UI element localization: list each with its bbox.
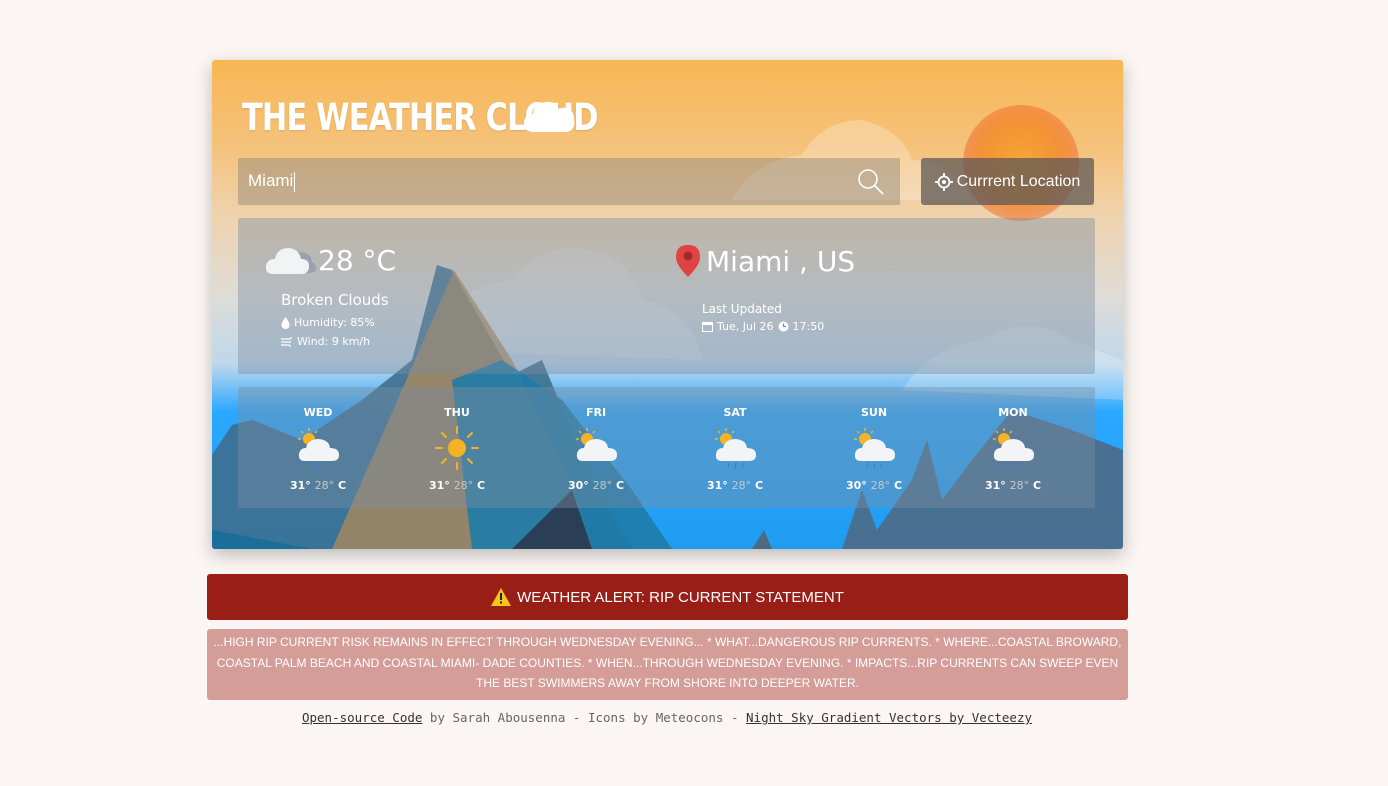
broken-clouds-icon bbox=[265, 248, 317, 274]
update-date: Tue, Jul 26 bbox=[717, 320, 774, 333]
humidity-text: Humidity: 85% bbox=[294, 316, 375, 329]
location-pin-icon bbox=[676, 245, 700, 277]
forecast-temp: 30° 28° C bbox=[845, 479, 903, 492]
forecast-day-name: FRI bbox=[585, 406, 607, 419]
search-bar[interactable]: Miami bbox=[238, 158, 900, 205]
update-time: 17:50 bbox=[792, 320, 825, 333]
current-temperature: 28 °C bbox=[318, 244, 397, 277]
humidity-row: Humidity: 85% bbox=[281, 316, 375, 329]
forecast-day-name: WED bbox=[303, 406, 333, 419]
sun-cloud-rain-icon bbox=[576, 428, 617, 469]
sun-icon bbox=[435, 426, 479, 470]
last-updated-label: Last Updated bbox=[702, 302, 782, 316]
weather-alert-banner[interactable]: WEATHER ALERT: RIP CURRENT STATEMENT bbox=[207, 574, 1128, 620]
forecast-temp: 31° 28° C bbox=[984, 479, 1042, 492]
footer-credits: by Sarah Abousenna - Icons by Meteocons … bbox=[422, 710, 747, 725]
last-updated-row: Tue, Jul 26 17:50 bbox=[702, 320, 824, 333]
forecast-temp: 31° 28° C bbox=[428, 479, 486, 492]
search-icon[interactable] bbox=[856, 167, 886, 197]
forecast-temp: 31° 28° C bbox=[706, 479, 764, 492]
wind-row: Wind: 9 km/h bbox=[281, 335, 370, 348]
forecast-day-name: SUN bbox=[860, 406, 888, 419]
alert-details: ...HIGH RIP CURRENT RISK REMAINS IN EFFE… bbox=[207, 629, 1128, 700]
forecast-temp: 31° 28° C bbox=[289, 479, 347, 492]
crosshair-icon bbox=[934, 172, 953, 191]
alert-title: WEATHER ALERT: RIP CURRENT STATEMENT bbox=[517, 588, 844, 606]
cloud-logo-icon bbox=[524, 101, 575, 132]
wind-text: Wind: 9 km/h bbox=[297, 335, 371, 348]
forecast-panel: WED 31° 28° C THU 31° 28° C FRI 30° 28° … bbox=[238, 387, 1095, 508]
wind-icon bbox=[281, 336, 292, 347]
forecast-temp: 30° 28° C bbox=[567, 479, 625, 492]
vecteezy-link[interactable]: Night Sky Gradient Vectors by Vecteezy bbox=[746, 710, 1032, 725]
search-input[interactable]: Miami bbox=[248, 171, 296, 192]
weather-description: Broken Clouds bbox=[281, 291, 389, 309]
warning-icon bbox=[491, 588, 512, 606]
current-location-button[interactable]: Currrent Location bbox=[921, 158, 1094, 205]
text-caret bbox=[294, 171, 296, 192]
sun-cloud-rain-icon bbox=[715, 428, 756, 469]
location-name: Miami , US bbox=[706, 245, 856, 278]
forecast-day-name: THU bbox=[444, 406, 470, 419]
footer: Open-source Code by Sarah Abousenna - Ic… bbox=[0, 710, 1334, 725]
current-weather-panel: 28 °C Broken Clouds Humidity: 85% Wind: … bbox=[238, 218, 1095, 374]
droplet-icon bbox=[281, 316, 290, 329]
source-code-link[interactable]: Open-source Code bbox=[302, 710, 422, 725]
weather-card: THE WEATHER CLOUD Miami Currrent Locatio… bbox=[212, 60, 1123, 549]
current-location-label: Currrent Location bbox=[956, 172, 1081, 190]
sun-cloud-rain-icon bbox=[854, 428, 895, 469]
calendar-icon bbox=[702, 322, 713, 332]
forecast-day-name: MON bbox=[998, 406, 1028, 419]
forecast-day-name: SAT bbox=[723, 406, 747, 419]
sun-cloud-rain-icon bbox=[993, 428, 1034, 469]
sun-cloud-rain-icon bbox=[298, 428, 339, 469]
clock-icon bbox=[778, 321, 789, 332]
